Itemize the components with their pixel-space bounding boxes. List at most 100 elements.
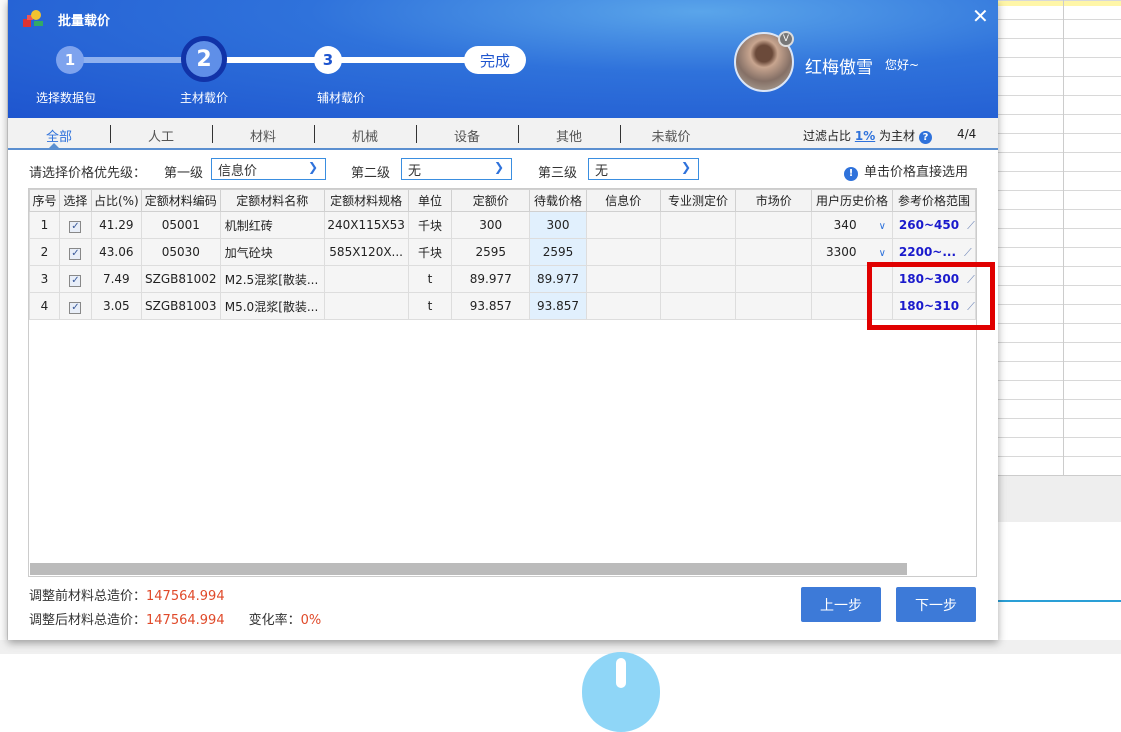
cell-info[interactable]	[585, 292, 661, 320]
cell-spec: 585X120X...	[323, 238, 409, 266]
cell-pending[interactable]: 89.977	[529, 265, 587, 293]
cell-checked[interactable]: ✓	[58, 211, 92, 239]
table-row[interactable]: 2 ✓ 43.06 05030 加气砼块 585X120X... 千块 2595 2595 330…	[29, 238, 976, 266]
cell-info[interactable]	[585, 211, 661, 239]
cell-info[interactable]	[585, 238, 661, 266]
cell-pending[interactable]: 300	[529, 211, 587, 239]
dialog-title: 批量载价	[58, 14, 111, 29]
quota-value: 300	[479, 218, 503, 232]
horizontal-scrollbar[interactable]	[30, 563, 907, 575]
chevron-down-icon[interactable]: ∨	[879, 221, 886, 232]
prev-step-button[interactable]: 上一步	[801, 587, 881, 622]
column-header[interactable]: 定额材料规格	[323, 189, 409, 212]
column-header[interactable]: 市场价	[735, 189, 812, 212]
quota-value: 93.857	[469, 299, 512, 313]
tab-equipment[interactable]: 设备	[416, 126, 518, 145]
cell-quota: 300	[451, 211, 531, 239]
unit-value: 千块	[418, 245, 443, 260]
step-finish: 完成	[464, 46, 526, 74]
cell-pro[interactable]	[659, 292, 737, 320]
tab-labor[interactable]: 人工	[110, 126, 212, 145]
step-1: 1	[56, 46, 84, 74]
help-icon[interactable]: ?	[919, 131, 933, 144]
cell-spec: 240X115X53	[323, 211, 409, 239]
spec-value: 585X120X...	[329, 245, 403, 259]
column-header[interactable]: 定额价	[451, 189, 531, 212]
cell-pro[interactable]	[659, 211, 737, 239]
cell-market[interactable]	[735, 265, 812, 293]
history-value: 3300	[826, 245, 857, 259]
level1-select[interactable]: 信息价 ❯	[211, 158, 326, 180]
cell-checked[interactable]: ✓	[58, 238, 92, 266]
step-number: 2	[196, 46, 212, 72]
column-header[interactable]: 参考价格范围	[891, 189, 976, 212]
column-header[interactable]: 序号	[29, 189, 60, 212]
no-value: 2	[40, 245, 49, 259]
ratio-value: 7.49	[102, 272, 130, 286]
cell-market[interactable]	[735, 211, 812, 239]
column-header[interactable]: 定额材料编码	[140, 189, 221, 212]
column-header[interactable]: 选择	[58, 189, 92, 212]
cell-unit: 千块	[407, 211, 453, 239]
next-step-button[interactable]: 下一步	[896, 587, 976, 622]
cell-ratio: 41.29	[90, 211, 142, 239]
cell-unit: 千块	[407, 238, 453, 266]
cell-history[interactable]: 340 ∨	[811, 211, 893, 239]
before-label: 调整前材料总造价：	[29, 589, 147, 604]
tab-other[interactable]: 其他	[518, 126, 620, 145]
cell-quota: 2595	[451, 238, 531, 266]
table-row[interactable]: 3 ✓ 7.49 SZGB81002 M2.5混浆[散装... t 89.977 89.977…	[29, 265, 976, 293]
filter-label: 过滤占比	[803, 129, 852, 143]
step-2-label: 主材载价	[180, 91, 229, 105]
level2-select[interactable]: 无 ❯	[401, 158, 512, 180]
cell-ratio: 43.06	[90, 238, 142, 266]
column-header[interactable]: 专业测定价	[659, 189, 737, 212]
cell-range[interactable]: 260~450 ⟋	[891, 211, 976, 239]
tab-material[interactable]: 材料	[212, 126, 314, 145]
column-header[interactable]: 单位	[407, 189, 453, 212]
select-checkbox[interactable]: ✓	[69, 247, 82, 260]
cell-market[interactable]	[735, 292, 812, 320]
cell-pending[interactable]: 2595	[529, 238, 587, 266]
rate-value: 0%	[300, 613, 322, 628]
cell-pending[interactable]: 93.857	[529, 292, 587, 320]
cell-checked[interactable]: ✓	[58, 292, 92, 320]
table-row[interactable]: 4 ✓ 3.05 SZGB81003 M5.0混浆[散装... t 93.857 93.857…	[29, 292, 976, 320]
trend-chart-icon[interactable]: ⟋	[967, 219, 974, 232]
hint: ! 单击价格直接选用	[844, 161, 968, 181]
chevron-down-icon[interactable]: ∨	[879, 248, 886, 259]
column-header[interactable]: 占比(%)	[90, 189, 142, 212]
cell-info[interactable]	[585, 265, 661, 293]
cell-pro[interactable]	[659, 265, 737, 293]
select-checkbox[interactable]: ✓	[69, 274, 82, 287]
user-name: 红梅傲雪	[805, 58, 873, 78]
cell-no: 4	[29, 292, 60, 320]
level2-value: 无	[408, 164, 422, 179]
filter-ratio: 过滤占比 1% 为主材?	[803, 127, 933, 144]
select-checkbox[interactable]: ✓	[69, 301, 82, 314]
column-header[interactable]: 待载价格	[529, 189, 587, 212]
trend-chart-icon[interactable]: ⟋	[964, 246, 972, 259]
code-value: SZGB81002	[145, 272, 217, 286]
level3-select[interactable]: 无 ❯	[588, 158, 699, 180]
step-3: 3	[314, 46, 342, 74]
table-row[interactable]: 1 ✓ 41.29 05001 机制红砖 240X115X53 千块 300 300 340 ∨ 26…	[29, 211, 976, 239]
select-checkbox[interactable]: ✓	[69, 220, 82, 233]
filter-ratio-link[interactable]: 1%	[855, 129, 875, 143]
no-value: 1	[40, 218, 49, 232]
close-icon[interactable]: ✕	[972, 4, 989, 28]
tab-unpriced[interactable]: 未载价	[620, 126, 722, 145]
tab-machinery[interactable]: 机械	[314, 126, 416, 145]
column-header[interactable]: 信息价	[585, 189, 661, 212]
dialog-header: 批量载价 ✕ 1 2 3 完成 选择数据包 主材载价 辅材载价 V 红梅傲雪 您…	[8, 0, 998, 118]
cell-name: M5.0混浆[散装...	[219, 292, 325, 320]
column-header[interactable]: 定额材料名称	[219, 189, 325, 212]
background-spreadsheet-grid	[998, 0, 1121, 475]
cell-market[interactable]	[735, 238, 812, 266]
column-header[interactable]: 用户历史价格	[811, 189, 893, 212]
cell-checked[interactable]: ✓	[58, 265, 92, 293]
cell-no: 2	[29, 238, 60, 266]
code-value: SZGB81003	[145, 299, 217, 313]
cell-pro[interactable]	[659, 238, 737, 266]
step-track-pending	[206, 57, 496, 63]
